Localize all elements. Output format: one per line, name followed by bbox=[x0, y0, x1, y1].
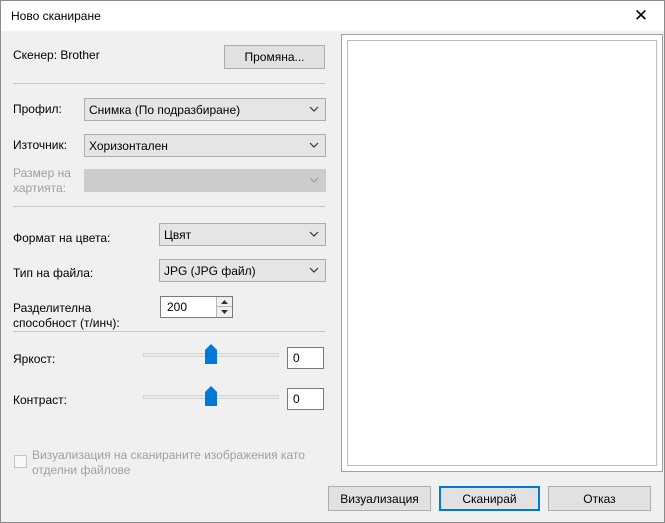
chevron-down-icon bbox=[309, 104, 319, 114]
source-select-value: Хоризонтален bbox=[89, 139, 168, 153]
brightness-value: 0 bbox=[293, 351, 300, 365]
brightness-slider-thumb[interactable] bbox=[205, 344, 217, 364]
paper-size-select bbox=[84, 169, 326, 192]
source-select[interactable]: Хоризонтален bbox=[84, 134, 326, 157]
contrast-value: 0 bbox=[293, 392, 300, 406]
contrast-value-input[interactable]: 0 bbox=[287, 388, 324, 410]
brightness-label: Яркост: bbox=[13, 352, 56, 366]
file-type-select-value: JPG (JPG файл) bbox=[164, 264, 256, 278]
change-scanner-button[interactable]: Промяна... bbox=[224, 45, 325, 69]
scan-preview-area bbox=[341, 34, 663, 472]
resolution-label-line2: способност (т/инч): bbox=[13, 316, 120, 330]
paper-size-label-line1: Размер на bbox=[13, 166, 71, 180]
contrast-label: Контраст: bbox=[13, 393, 67, 407]
arrow-up-icon bbox=[221, 299, 228, 304]
close-button[interactable]: ✕ bbox=[618, 1, 664, 31]
separate-files-label-line2: отделни файлове bbox=[32, 463, 131, 477]
brightness-value-input[interactable]: 0 bbox=[287, 347, 324, 369]
contrast-slider-thumb[interactable] bbox=[205, 386, 217, 406]
new-scan-dialog: Ново сканиране ✕ Скенер: Brother Промяна… bbox=[0, 0, 665, 523]
close-icon: ✕ bbox=[633, 6, 649, 25]
color-format-select[interactable]: Цвят bbox=[159, 223, 326, 246]
divider bbox=[13, 83, 325, 84]
source-label: Източник: bbox=[13, 138, 68, 152]
chevron-down-icon bbox=[309, 265, 319, 275]
resolution-increase-button[interactable] bbox=[216, 297, 232, 307]
title-bar: Ново сканиране ✕ bbox=[1, 1, 664, 31]
paper-size-label-line2: хартията: bbox=[13, 181, 67, 195]
preview-frame bbox=[347, 40, 657, 466]
file-type-label: Тип на файла: bbox=[13, 266, 94, 280]
resolution-stepper[interactable]: 200 bbox=[160, 296, 233, 318]
scan-button[interactable]: Сканирай bbox=[439, 486, 540, 511]
file-type-select[interactable]: JPG (JPG файл) bbox=[159, 259, 326, 282]
color-format-select-value: Цвят bbox=[164, 228, 192, 242]
profile-label: Профил: bbox=[13, 102, 62, 116]
divider bbox=[13, 331, 325, 332]
chevron-down-icon bbox=[309, 175, 319, 185]
preview-button[interactable]: Визуализация bbox=[328, 486, 431, 511]
profile-select-value: Снимка (По подразбиране) bbox=[89, 103, 241, 117]
divider bbox=[13, 206, 325, 207]
profile-select[interactable]: Снимка (По подразбиране) bbox=[84, 98, 326, 121]
chevron-down-icon bbox=[309, 229, 319, 239]
color-format-label: Формат на цвета: bbox=[13, 231, 111, 245]
resolution-value: 200 bbox=[167, 300, 188, 314]
window-title: Ново сканиране bbox=[11, 9, 101, 23]
resolution-label-line1: Разделителна bbox=[13, 301, 92, 315]
cancel-button[interactable]: Отказ bbox=[548, 486, 651, 511]
arrow-down-icon bbox=[221, 310, 228, 314]
separate-files-checkbox bbox=[14, 455, 27, 468]
separate-files-label-line1: Визуализация на сканираните изображения … bbox=[32, 448, 305, 462]
chevron-down-icon bbox=[309, 140, 319, 150]
resolution-decrease-button[interactable] bbox=[216, 307, 232, 317]
scanner-label: Скенер: Brother bbox=[13, 48, 100, 62]
